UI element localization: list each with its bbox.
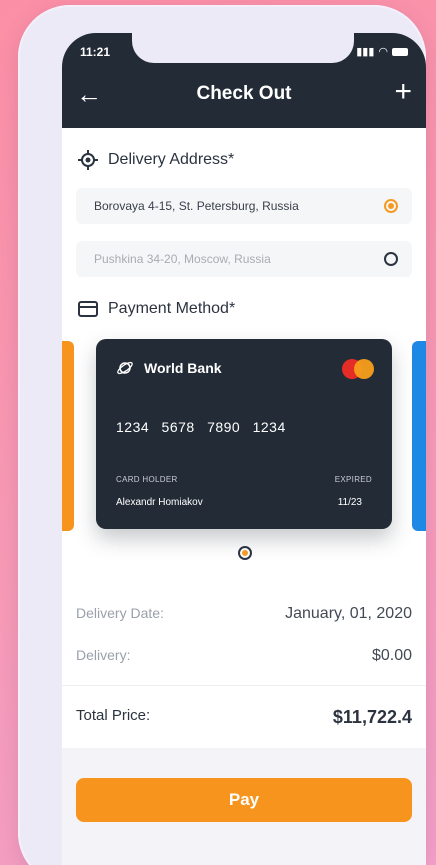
delivery-cost-value: $0.00	[371, 647, 412, 664]
delivery-cost-row: Delivery: $0.00	[76, 647, 412, 665]
wifi-icon: ◠	[378, 46, 388, 58]
address-radio-selected[interactable]	[384, 199, 398, 213]
prev-card-peek[interactable]	[62, 341, 74, 531]
card-holder-name: Alexandr Homiakov	[116, 497, 203, 508]
expired-label: EXPIRED	[334, 475, 372, 484]
address-text: Borovaya 4-15, St. Petersburg, Russia	[94, 199, 299, 213]
next-card-peek[interactable]	[412, 341, 426, 531]
bank-name-text: World Bank	[144, 360, 222, 376]
phone-notch	[132, 33, 354, 63]
delivery-cost-label: Delivery:	[76, 647, 131, 663]
bank-name: World Bank	[116, 359, 222, 377]
total-price-value: $11,722.4	[332, 707, 412, 727]
page-title: Check Out	[196, 83, 292, 104]
divider	[62, 685, 426, 686]
status-time: 11:21	[80, 45, 111, 59]
total-price-label: Total Price:	[76, 707, 151, 724]
delivery-date-label: Delivery Date:	[76, 605, 164, 621]
address-text: Pushkina 34-20, Moscow, Russia	[94, 252, 271, 266]
signal-icon: ▮▮▮	[356, 46, 375, 58]
total-price-row: Total Price: $11,722.4	[76, 707, 412, 728]
battery-icon	[392, 47, 408, 56]
order-summary: Delivery Date: January, 01, 2020 Deliver…	[62, 585, 426, 745]
status-icons: ▮▮▮ ◠	[356, 45, 408, 58]
bank-card[interactable]: World Bank 1234 5678 7890 1234 CARD HOLD…	[96, 339, 392, 529]
location-target-icon	[78, 150, 98, 170]
card-holder-label: CARD HOLDER	[116, 475, 178, 484]
planet-icon	[117, 361, 133, 375]
delivery-date-row: Delivery Date: January, 01, 2020	[76, 605, 412, 623]
payment-method-title: Payment Method*	[108, 300, 236, 317]
payment-method-heading: Payment Method*	[78, 300, 235, 318]
phone-frame: 11:21 ▮▮▮ ◠ ← Check Out + Delivery Addre…	[18, 5, 426, 865]
add-icon[interactable]: +	[394, 77, 412, 107]
address-option-1[interactable]: Borovaya 4-15, St. Petersburg, Russia	[76, 188, 412, 224]
mastercard-icon	[342, 359, 374, 379]
address-radio[interactable]	[384, 252, 398, 266]
card-number: 1234 5678 7890 1234	[116, 419, 286, 435]
pay-button[interactable]: Pay	[76, 778, 412, 822]
delivery-date-value: January, 01, 2020	[285, 605, 412, 622]
credit-card-icon	[78, 301, 98, 317]
delivery-address-title: Delivery Address*	[108, 151, 235, 168]
address-option-2[interactable]: Pushkina 34-20, Moscow, Russia	[76, 241, 412, 277]
app-header: 11:21 ▮▮▮ ◠ ← Check Out +	[62, 33, 426, 128]
delivery-address-heading: Delivery Address*	[78, 150, 234, 170]
app-screen: 11:21 ▮▮▮ ◠ ← Check Out + Delivery Addre…	[62, 33, 426, 865]
card-expiry: 11/23	[337, 497, 362, 508]
card-carousel-indicator[interactable]	[238, 546, 252, 560]
